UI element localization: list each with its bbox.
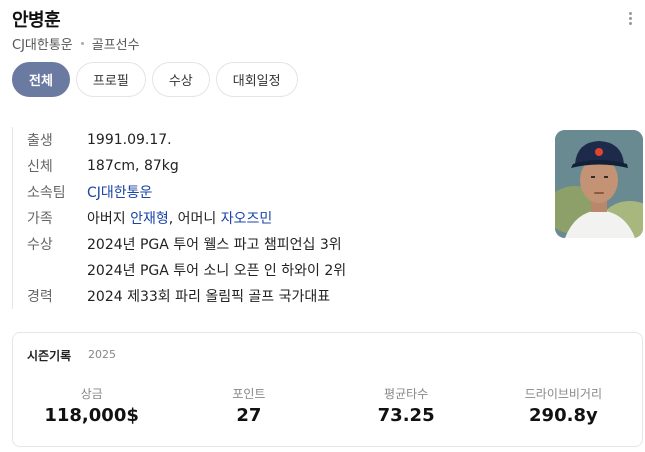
career-value: 2024 제33회 파리 올림픽 골프 국가대표 (87, 289, 331, 305)
stat-label: 드라이브비거리 (524, 387, 603, 401)
stat-prize-money: 상금 118,000$ (13, 385, 170, 426)
body-row: 신체 187cm, 87kg (27, 153, 532, 179)
family-separator: , 어머니 (168, 211, 221, 227)
team-row: 소속팀 CJ대한통운 (27, 179, 532, 205)
family-label: 가족 (27, 211, 53, 227)
player-photo-illustration (555, 130, 643, 238)
stat-label: 평균타수 (384, 387, 429, 401)
player-subline: CJ대한통운 골프선수 (12, 34, 140, 53)
tab-all[interactable]: 전체 (12, 62, 70, 97)
award-item: 2024년 PGA 투어 웰스 파고 챔피언십 3위 (87, 237, 342, 253)
birth-row: 출생 1991.09.17. (27, 127, 532, 153)
stat-driving-distance: 드라이브비거리 290.8y (485, 385, 642, 426)
awards-row: 수상 2024년 PGA 투어 웰스 파고 챔피언십 3위 (27, 231, 532, 257)
season-record-card: 시즌기록 2025 상금 118,000$ 포인트 27 평균타수 73.25 … (12, 332, 643, 447)
tab-schedule[interactable]: 대회일정 (215, 62, 298, 97)
awards-row-2: 2024년 PGA 투어 소니 오픈 인 하와이 2위 (27, 257, 532, 283)
body-label: 신체 (27, 159, 53, 175)
team-link[interactable]: CJ대한통운 (87, 182, 152, 202)
birth-label: 출생 (27, 133, 53, 149)
career-label: 경력 (27, 289, 53, 305)
family-row: 가족 아버지 안재형, 어머니 자오즈민 (27, 205, 532, 231)
stat-label: 포인트 (232, 387, 266, 401)
player-team[interactable]: CJ대한통운 (12, 34, 73, 53)
stat-value: 73.25 (377, 405, 435, 426)
family-value: 아버지 안재형, 어머니 자오즈민 (87, 208, 272, 228)
team-label: 소속팀 (27, 185, 66, 201)
season-year: 2025 (88, 348, 116, 361)
stat-value: 27 (236, 405, 262, 426)
stat-points: 포인트 27 (170, 385, 327, 426)
tab-profile[interactable]: 프로필 (75, 62, 146, 97)
awards-label: 수상 (27, 237, 53, 253)
tab-awards[interactable]: 수상 (151, 62, 210, 97)
body-value: 187cm, 87kg (87, 158, 179, 174)
season-title: 시즌기록 (27, 349, 72, 363)
stat-value: 290.8y (529, 405, 598, 426)
career-row: 경력 2024 제33회 파리 올림픽 골프 국가대표 (27, 283, 532, 309)
separator-dot (80, 42, 84, 45)
father-link[interactable]: 안재형 (130, 211, 169, 227)
tab-bar: 전체 프로필 수상 대회일정 (12, 62, 298, 97)
player-name: 안병훈 (12, 10, 61, 31)
stat-label: 상금 (80, 387, 103, 401)
mother-link[interactable]: 자오즈민 (221, 211, 273, 227)
profile-header: 안병훈 CJ대한통운 골프선수 (12, 4, 645, 54)
profile-info: 출생 1991.09.17. 신체 187cm, 87kg 소속팀 CJ대한통운… (12, 127, 532, 309)
season-stats: 상금 118,000$ 포인트 27 평균타수 73.25 드라이브비거리 29… (13, 385, 642, 426)
stat-scoring-average: 평균타수 73.25 (328, 385, 485, 426)
family-prefix: 아버지 (87, 211, 131, 227)
player-occupation: 골프선수 (91, 38, 140, 53)
more-options-icon[interactable] (629, 12, 633, 26)
birth-value: 1991.09.17. (87, 132, 172, 148)
award-item: 2024년 PGA 투어 소니 오픈 인 하와이 2위 (87, 263, 347, 279)
stat-value: 118,000$ (44, 405, 139, 426)
player-photo[interactable] (555, 130, 643, 238)
